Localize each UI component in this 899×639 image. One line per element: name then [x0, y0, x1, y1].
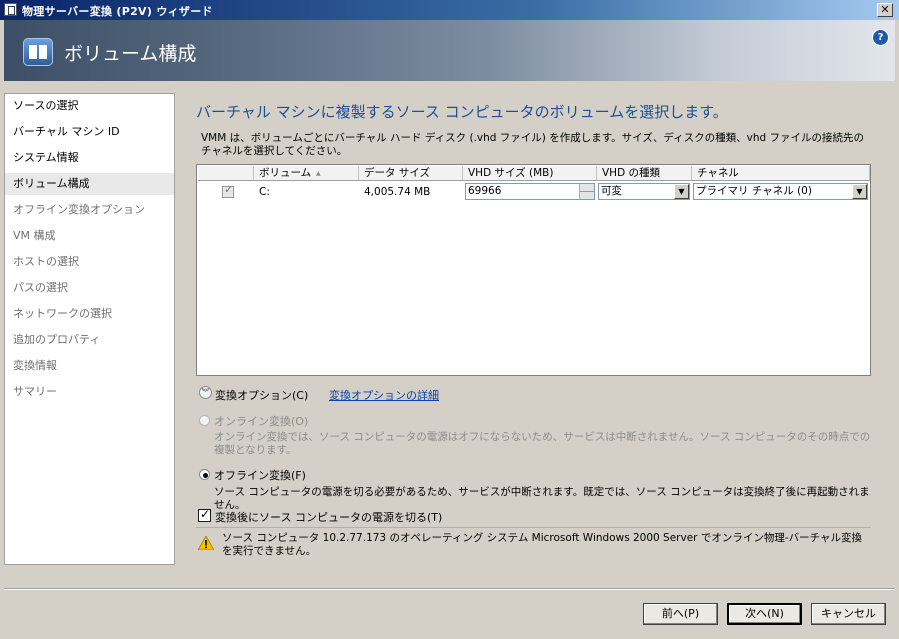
warning-message: ソース コンピュータ 10.2.77.173 のオペレーティング システム Mi… — [222, 532, 863, 557]
volume-grid: ボリューム ▲ データ サイズ VHD サイズ (MB) VHD の種類 チャネ… — [196, 164, 871, 376]
chevron-down-icon: ▼ — [674, 184, 689, 199]
vhd-type-value: 可変 — [601, 185, 622, 197]
close-button[interactable]: ✕ — [877, 3, 893, 17]
step-conversion-info: 変換情報 — [13, 359, 57, 372]
grid-header-volume[interactable]: ボリューム ▲ — [254, 166, 359, 181]
help-icon[interactable]: ? — [872, 29, 889, 46]
step-source-selection[interactable]: ソースの選択 — [5, 95, 174, 117]
page-title: ボリューム構成 — [64, 43, 197, 65]
wizard-step-list: ソースの選択 バーチャル マシン ID システム情報 ボリューム構成 オフライン… — [4, 93, 175, 565]
offline-conversion-radio[interactable] — [199, 469, 210, 480]
conversion-options-details-link[interactable]: 変換オプションの詳細 — [329, 387, 439, 403]
grid-header-data-size[interactable]: データ サイズ — [359, 166, 463, 181]
conversion-options-expander[interactable]: 変換オプション(C) — [215, 387, 308, 403]
step-vm-config: VM 構成 — [13, 229, 56, 242]
footer-divider — [4, 588, 895, 590]
step-offline-conversion-options: オフライン変換オプション — [13, 203, 145, 216]
grid-header-vhd-type[interactable]: VHD の種類 — [597, 166, 692, 181]
channel-dropdown[interactable]: プライマリ チャネル (0) ▼ — [693, 183, 868, 200]
step-host-selection: ホストの選択 — [13, 255, 79, 268]
next-button[interactable]: 次へ(N) — [727, 603, 802, 625]
online-conversion-label: オンライン変換(O) — [214, 415, 309, 428]
data-size-cell: 4,005.74 MB — [364, 186, 431, 198]
online-conversion-description: オンライン変換では、ソース コンピュータの電源はオフにならないため、サービスは中… — [214, 431, 871, 456]
expand-options-icon[interactable]: ︾ — [199, 386, 212, 399]
cancel-button[interactable]: キャンセル — [811, 603, 886, 625]
power-off-label[interactable]: 変換後にソース コンピュータの電源を切る(T) — [215, 509, 442, 525]
main-description: VMM は、ボリュームごとにバーチャル ハード ディスク (.vhd ファイル)… — [201, 132, 865, 157]
vhd-size-value: 69966 — [468, 185, 502, 197]
step-path-selection: パスの選択 — [13, 281, 68, 294]
vhd-size-input[interactable]: 69966 — [465, 183, 595, 200]
grid-header-volume-label: ボリューム — [259, 167, 312, 179]
offline-conversion-label: オフライン変換(F) — [214, 469, 306, 482]
step-summary: サマリー — [13, 385, 57, 398]
grid-header-channel[interactable]: チャネル — [692, 166, 870, 181]
window-titlebar: 物理サーバー変換 (P2V) ウィザード ✕ — [0, 0, 899, 20]
step-virtual-machine-id[interactable]: バーチャル マシン ID — [5, 121, 174, 143]
wizard-header: ボリューム構成 ? — [4, 20, 895, 81]
chevron-down-icon: ▼ — [852, 184, 867, 199]
window-title: 物理サーバー変換 (P2V) ウィザード — [22, 5, 213, 18]
volume-select-checkbox[interactable] — [222, 183, 234, 198]
main-heading: バーチャル マシンに複製するソース コンピュータのボリュームを選択します。 — [196, 103, 728, 121]
grid-header-select — [198, 166, 254, 181]
window-app-icon — [4, 3, 17, 16]
vhd-size-spinner[interactable] — [579, 184, 594, 199]
back-button[interactable]: 前へ(P) — [643, 603, 718, 625]
channel-value: プライマリ チャネル (0) — [696, 185, 812, 197]
divider — [196, 527, 871, 528]
online-conversion-radio[interactable] — [199, 415, 210, 426]
warning-icon — [198, 536, 214, 550]
sort-ascending-icon: ▲ — [316, 170, 321, 177]
step-additional-properties: 追加のプロパティ — [13, 333, 101, 346]
volume-config-icon — [23, 38, 53, 66]
step-volume-config[interactable]: ボリューム構成 — [5, 173, 174, 195]
grid-header-vhd-size[interactable]: VHD サイズ (MB) — [463, 166, 597, 181]
volume-cell: C: — [259, 186, 270, 198]
step-network-selection: ネットワークの選択 — [13, 307, 112, 320]
step-system-info[interactable]: システム情報 — [5, 147, 174, 169]
vhd-type-dropdown[interactable]: 可変 ▼ — [598, 183, 690, 200]
power-off-checkbox[interactable] — [198, 507, 211, 522]
close-icon: ✕ — [880, 3, 890, 16]
